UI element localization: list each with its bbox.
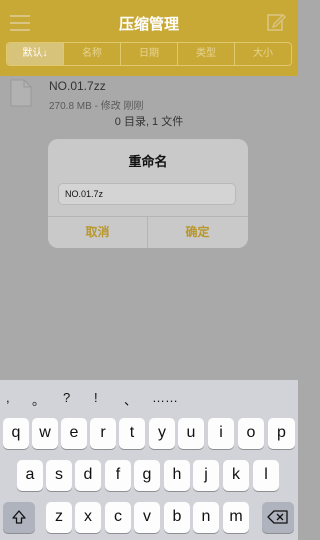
punctuation-row: , 。 ? ! 、 …… — [0, 380, 298, 414]
app-header: 压缩管理 默认↓ 名称 日期 类型 大小 — [0, 0, 298, 76]
key-y[interactable]: y — [149, 418, 175, 449]
key-r[interactable]: r — [90, 418, 116, 449]
key-q[interactable]: q — [3, 418, 29, 449]
key-p[interactable]: p — [268, 418, 295, 449]
shift-key[interactable] — [3, 502, 35, 533]
shift-icon — [12, 510, 26, 524]
dialog-title: 重命名 — [128, 154, 168, 169]
folder-summary: 0 目录, 1 文件 — [114, 116, 184, 128]
key-m[interactable]: m — [223, 502, 249, 533]
punct-key[interactable]: 。 — [32, 390, 45, 409]
key-a[interactable]: a — [17, 460, 43, 491]
key-s[interactable]: s — [46, 460, 72, 491]
cancel-button[interactable]: 取消 — [48, 217, 147, 248]
key-j[interactable]: j — [193, 460, 219, 491]
key-f[interactable]: f — [105, 460, 131, 491]
punct-key[interactable]: , — [6, 390, 10, 405]
key-l[interactable]: l — [253, 460, 279, 491]
key-u[interactable]: u — [178, 418, 204, 449]
key-t[interactable]: t — [119, 418, 145, 449]
rename-input[interactable]: NO.01.7z — [58, 183, 236, 205]
confirm-button[interactable]: 确定 — [148, 217, 247, 248]
key-o[interactable]: o — [238, 418, 264, 449]
file-icon — [10, 79, 32, 107]
key-e[interactable]: e — [61, 418, 87, 449]
delete-key[interactable] — [262, 502, 294, 533]
sort-tab-size[interactable]: 大小 — [234, 43, 291, 65]
sort-tab-type[interactable]: 类型 — [177, 43, 234, 65]
keyboard: , 。 ? ! 、 …… q w e r t y u i o p a s d f… — [0, 380, 298, 540]
punct-key[interactable]: 、 — [124, 390, 137, 409]
punct-key[interactable]: ? — [63, 390, 70, 405]
key-w[interactable]: w — [32, 418, 58, 449]
key-k[interactable]: k — [223, 460, 249, 491]
sort-tab-date[interactable]: 日期 — [120, 43, 177, 65]
sort-tab-name[interactable]: 名称 — [63, 43, 120, 65]
key-i[interactable]: i — [208, 418, 234, 449]
punct-key[interactable]: ! — [94, 390, 98, 405]
edit-icon[interactable] — [266, 12, 286, 32]
key-h[interactable]: h — [164, 460, 190, 491]
rename-dialog: 重命名 NO.01.7z 取消 确定 — [48, 139, 248, 248]
key-b[interactable]: b — [164, 502, 190, 533]
key-x[interactable]: x — [75, 502, 101, 533]
key-d[interactable]: d — [75, 460, 101, 491]
key-v[interactable]: v — [134, 502, 160, 533]
file-meta: 270.8 MB - 修改 刚刚 — [49, 101, 144, 112]
key-c[interactable]: c — [105, 502, 131, 533]
sort-tab-default[interactable]: 默认↓ — [7, 43, 63, 65]
key-n[interactable]: n — [193, 502, 219, 533]
delete-icon — [267, 510, 288, 524]
sort-bar: 默认↓ 名称 日期 类型 大小 — [6, 42, 292, 66]
key-z[interactable]: z — [46, 502, 72, 533]
key-g[interactable]: g — [134, 460, 160, 491]
punct-key[interactable]: …… — [152, 390, 178, 405]
page-title: 压缩管理 — [118, 16, 179, 33]
file-name: NO.01.7zz — [49, 79, 106, 93]
